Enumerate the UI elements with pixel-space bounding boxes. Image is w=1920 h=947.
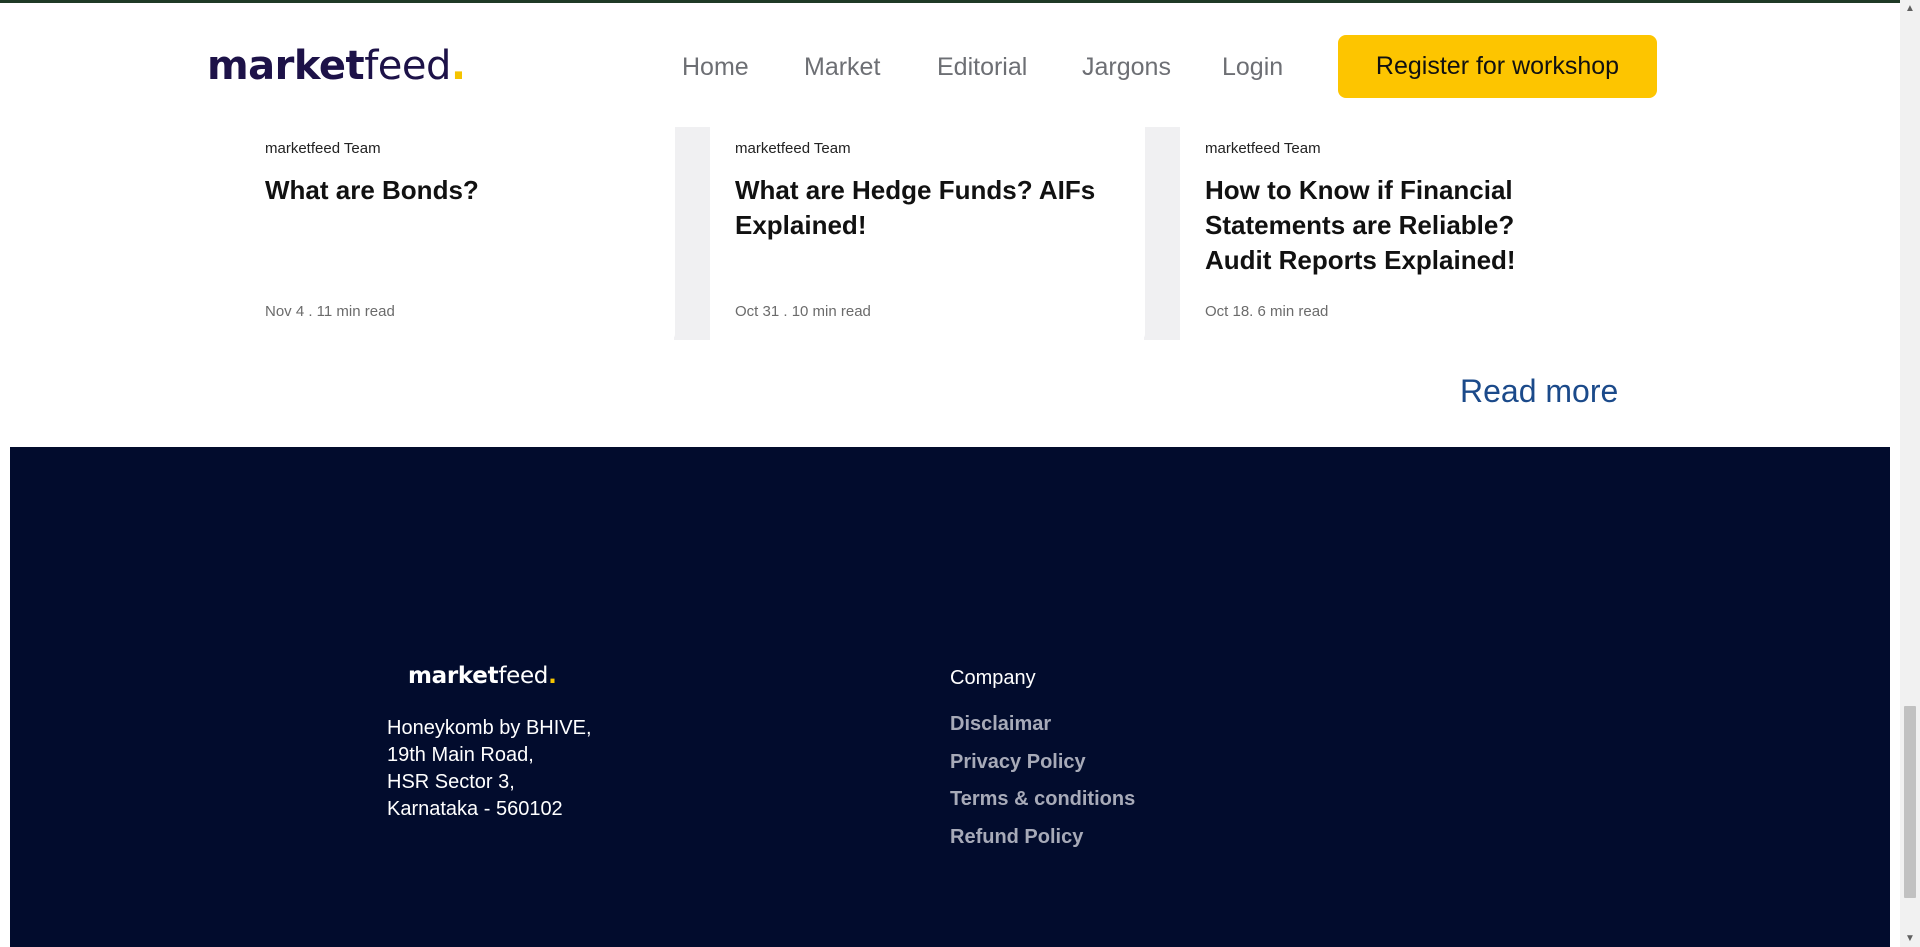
site-header: marketfeed. Home Market Editorial Jargon…: [0, 3, 1900, 123]
address-line: Honeykomb by BHIVE,: [387, 717, 592, 739]
article-author: marketfeed Team: [1205, 140, 1321, 157]
article-title[interactable]: What are Hedge Funds? AIFs Explained!: [735, 173, 1115, 243]
marketfeed-logo[interactable]: marketfeed.: [207, 43, 466, 89]
company-heading: Company: [950, 667, 1036, 689]
scroll-down-icon[interactable]: ▼: [1900, 930, 1920, 947]
article-card[interactable]: marketfeed Team How to Know if Financial…: [1181, 127, 1615, 340]
read-more-link[interactable]: Read more: [1460, 373, 1618, 410]
article-meta: Oct 31 . 10 min read: [735, 303, 871, 320]
article-author: marketfeed Team: [735, 140, 851, 157]
card-gap: [1144, 127, 1180, 340]
article-title[interactable]: What are Bonds?: [265, 173, 645, 208]
article-card[interactable]: marketfeed Team What are Bonds? Nov 4 . …: [241, 127, 675, 340]
address-line: 19th Main Road,: [387, 744, 534, 766]
nav-editorial[interactable]: Editorial: [937, 53, 1027, 82]
footer-link-privacy[interactable]: Privacy Policy: [950, 751, 1086, 774]
register-workshop-button[interactable]: Register for workshop: [1338, 35, 1657, 98]
nav-jargons[interactable]: Jargons: [1082, 53, 1171, 82]
page-scrollbar[interactable]: ▲ ▼: [1900, 0, 1920, 947]
nav-home[interactable]: Home: [682, 53, 749, 82]
article-card[interactable]: marketfeed Team What are Hedge Funds? AI…: [711, 127, 1145, 340]
address-line: HSR Sector 3,: [387, 771, 515, 793]
address-line: Karnataka - 560102: [387, 798, 563, 820]
site-footer: marketfeed. Honeykomb by BHIVE, 19th Mai…: [10, 447, 1890, 947]
footer-link-refund[interactable]: Refund Policy: [950, 826, 1083, 849]
nav-login[interactable]: Login: [1222, 53, 1283, 82]
card-gap: [674, 127, 710, 340]
article-title[interactable]: How to Know if Financial Statements are …: [1205, 173, 1585, 278]
footer-address: Honeykomb by BHIVE, 19th Main Road, HSR …: [387, 715, 592, 823]
footer-logo[interactable]: marketfeed.: [408, 663, 557, 689]
footer-link-terms[interactable]: Terms & conditions: [950, 788, 1135, 811]
scrollbar-thumb[interactable]: [1904, 706, 1916, 898]
article-meta: Nov 4 . 11 min read: [265, 303, 395, 320]
article-meta: Oct 18. 6 min read: [1205, 303, 1329, 320]
scroll-up-icon[interactable]: ▲: [1900, 0, 1920, 17]
footer-link-disclaimer[interactable]: Disclaimar: [950, 713, 1051, 736]
article-author: marketfeed Team: [265, 140, 381, 157]
nav-market[interactable]: Market: [804, 53, 880, 82]
